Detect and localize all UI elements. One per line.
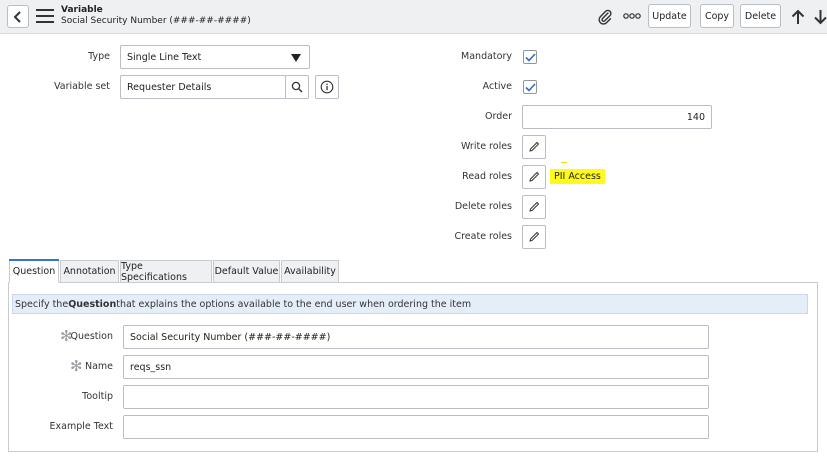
variable-set-label: Variable set bbox=[53, 81, 110, 92]
search-icon bbox=[291, 81, 303, 93]
preview-record-button[interactable] bbox=[315, 75, 339, 99]
tab-availability[interactable]: Availability bbox=[281, 260, 339, 283]
example-text-input[interactable] bbox=[123, 415, 709, 439]
tooltip-label: Tooltip bbox=[82, 391, 113, 402]
back-button[interactable] bbox=[7, 5, 29, 28]
question-value: Social Security Number (###-##-####) bbox=[130, 331, 331, 343]
question-label: Question bbox=[70, 331, 114, 342]
pencil-icon bbox=[529, 231, 540, 242]
question-info-bar: Specify the Question that explains the o… bbox=[12, 294, 808, 314]
type-value: Single Line Text bbox=[127, 51, 202, 63]
write-roles-label: Write roles bbox=[460, 141, 512, 152]
delete-button[interactable]: Delete bbox=[740, 4, 781, 28]
tab-annotation[interactable]: Annotation bbox=[60, 260, 119, 283]
variable-set-input[interactable]: Requester Details bbox=[120, 75, 286, 99]
read-roles-edit-button[interactable] bbox=[522, 165, 546, 189]
create-roles-label: Create roles bbox=[454, 231, 512, 242]
info-text-post: that explains the options available to t… bbox=[116, 298, 472, 310]
order-label: Order bbox=[485, 111, 512, 122]
info-text-pre: Specify the bbox=[15, 298, 69, 310]
example-text-label: Example Text bbox=[49, 421, 113, 432]
tooltip-input[interactable] bbox=[123, 385, 709, 409]
active-checkbox[interactable] bbox=[523, 80, 537, 94]
tab-default-value[interactable]: Default Value bbox=[213, 260, 280, 283]
name-value: reqs_ssn bbox=[130, 361, 172, 373]
order-value: 140 bbox=[686, 111, 705, 123]
checkmark-icon bbox=[524, 82, 536, 92]
pencil-icon bbox=[529, 141, 540, 152]
copy-button[interactable]: Copy bbox=[700, 4, 734, 28]
back-icon bbox=[13, 10, 21, 23]
highlight-mark bbox=[561, 162, 567, 163]
record-name-subtitle: Social Security Number (###-##-####) bbox=[61, 16, 251, 26]
create-roles-edit-button[interactable] bbox=[522, 225, 546, 249]
read-roles-value: PII Access bbox=[550, 169, 605, 184]
question-input[interactable]: Social Security Number (###-##-####) bbox=[123, 325, 709, 349]
tab-type-specifications[interactable]: Type Specifications bbox=[120, 260, 212, 283]
variable-set-value: Requester Details bbox=[127, 81, 212, 93]
info-icon bbox=[320, 80, 334, 94]
record-type-title: Variable bbox=[61, 5, 103, 15]
menu-icon[interactable] bbox=[36, 9, 54, 24]
caret-down-icon bbox=[291, 54, 301, 62]
delete-roles-edit-button[interactable] bbox=[522, 195, 546, 219]
mandatory-label: Mandatory bbox=[461, 51, 512, 62]
write-roles-edit-button[interactable] bbox=[522, 135, 546, 159]
attachment-icon[interactable] bbox=[596, 8, 614, 26]
lookup-button[interactable] bbox=[285, 75, 309, 99]
name-label: Name bbox=[84, 361, 113, 372]
arrow-up-icon[interactable] bbox=[789, 7, 807, 27]
mandatory-checkbox[interactable] bbox=[523, 50, 537, 64]
checkmark-icon bbox=[524, 52, 536, 62]
delete-roles-label: Delete roles bbox=[454, 201, 512, 212]
read-roles-label: Read roles bbox=[462, 171, 512, 182]
pencil-icon bbox=[529, 171, 540, 182]
order-input[interactable]: 140 bbox=[522, 105, 712, 129]
pencil-icon bbox=[529, 201, 540, 212]
form-header: Variable Social Security Number (###-##-… bbox=[0, 0, 827, 34]
tab-question[interactable]: Question bbox=[9, 259, 59, 283]
info-text-bold: Question bbox=[68, 298, 117, 310]
update-button[interactable]: Update bbox=[648, 4, 691, 28]
type-select[interactable]: Single Line Text bbox=[120, 45, 310, 69]
name-input[interactable]: reqs_ssn bbox=[123, 355, 709, 379]
more-options-icon[interactable] bbox=[623, 10, 641, 22]
arrow-down-icon[interactable] bbox=[814, 7, 827, 27]
active-label: Active bbox=[482, 81, 512, 92]
type-label: Type bbox=[88, 51, 110, 62]
